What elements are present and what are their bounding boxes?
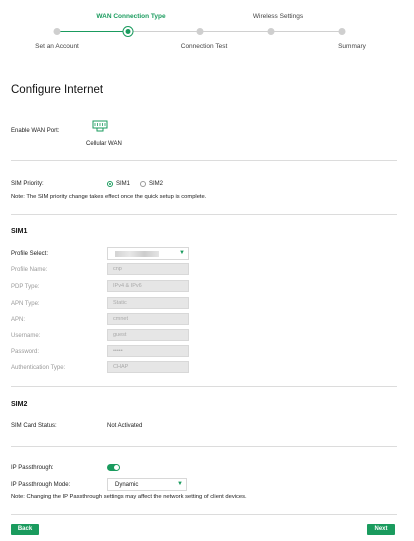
- username-field: guest: [107, 329, 189, 341]
- sim1-priority-label[interactable]: SIM1: [116, 181, 130, 187]
- step-dot-set-account: [53, 28, 61, 35]
- pdp-type-label: PDP Type:: [11, 284, 40, 290]
- next-button[interactable]: Next: [367, 524, 395, 535]
- sim1-priority-radio[interactable]: [107, 181, 113, 187]
- divider: [11, 160, 397, 161]
- sim1-section-title: SIM1: [11, 228, 28, 235]
- back-button[interactable]: Back: [11, 524, 39, 535]
- toggle-knob: [114, 465, 119, 470]
- sim-card-status-value: Not Activated: [107, 423, 143, 429]
- step-label-summary: Summary: [338, 43, 366, 50]
- profile-name-label: Profile Name:: [11, 267, 48, 273]
- profile-name-field: cnp: [107, 263, 189, 275]
- page-title: Configure Internet: [11, 84, 104, 96]
- ip-passthrough-mode-value: Dynamic: [115, 482, 139, 488]
- cellular-port-icon[interactable]: [92, 120, 108, 133]
- username-label: Username:: [11, 333, 41, 339]
- step-dot-connection-test: [196, 28, 204, 35]
- chevron-down-icon: ▼: [177, 481, 183, 487]
- ip-passthrough-mode-select[interactable]: Dynamic ▼: [107, 478, 187, 491]
- step-dot-wireless-settings: [267, 28, 275, 35]
- profile-value-blurred: [115, 251, 159, 257]
- step-dot-wan-connection-type: [122, 26, 134, 37]
- divider: [11, 446, 397, 447]
- stepper-progress: [57, 31, 128, 32]
- step-label-connection-test: Connection Test: [180, 43, 228, 50]
- wan-port-label: Enable WAN Port:: [11, 128, 60, 134]
- chevron-down-icon: ▼: [179, 250, 185, 256]
- sim2-priority-radio[interactable]: [140, 181, 146, 187]
- profile-select-dropdown[interactable]: ▼: [107, 247, 189, 260]
- cellular-wan-label: Cellular WAN: [86, 141, 122, 147]
- apn-field: cmnet: [107, 313, 189, 325]
- step-label-wireless-settings: Wireless Settings: [252, 13, 304, 20]
- apn-type-field: Static: [107, 297, 189, 309]
- sim2-section-title: SIM2: [11, 401, 28, 408]
- apn-label: APN:: [11, 317, 26, 323]
- sim2-priority-label[interactable]: SIM2: [149, 181, 163, 187]
- sim-priority-note: Note: The SIM priority change takes effe…: [11, 194, 207, 200]
- password-label: Password:: [11, 349, 40, 355]
- step-label-set-account: Set an Account: [35, 43, 79, 50]
- ip-passthrough-mode-label: IP Passthrough Mode:: [11, 482, 71, 488]
- ip-passthrough-label: IP Passthrough:: [11, 465, 54, 471]
- apn-type-label: APN Type:: [11, 301, 40, 307]
- sim-priority-label: SIM Priority:: [11, 181, 44, 187]
- ip-passthrough-note: Note: Changing the IP Passthrough settin…: [11, 494, 247, 500]
- step-label-wan-connection-type: WAN Connection Type: [96, 13, 166, 20]
- ip-passthrough-toggle[interactable]: [107, 464, 120, 471]
- profile-select-label: Profile Select:: [11, 251, 49, 257]
- divider: [11, 514, 397, 515]
- pdp-type-field: IPv4 & IPv6: [107, 280, 189, 292]
- step-dot-summary: [338, 28, 346, 35]
- authentication-type-label: Authentication Type:: [11, 365, 66, 371]
- authentication-type-field: CHAP: [107, 361, 189, 373]
- password-field: •••••: [107, 345, 189, 357]
- sim-card-status-label: SIM Card Status:: [11, 423, 57, 429]
- divider: [11, 214, 397, 215]
- divider: [11, 386, 397, 387]
